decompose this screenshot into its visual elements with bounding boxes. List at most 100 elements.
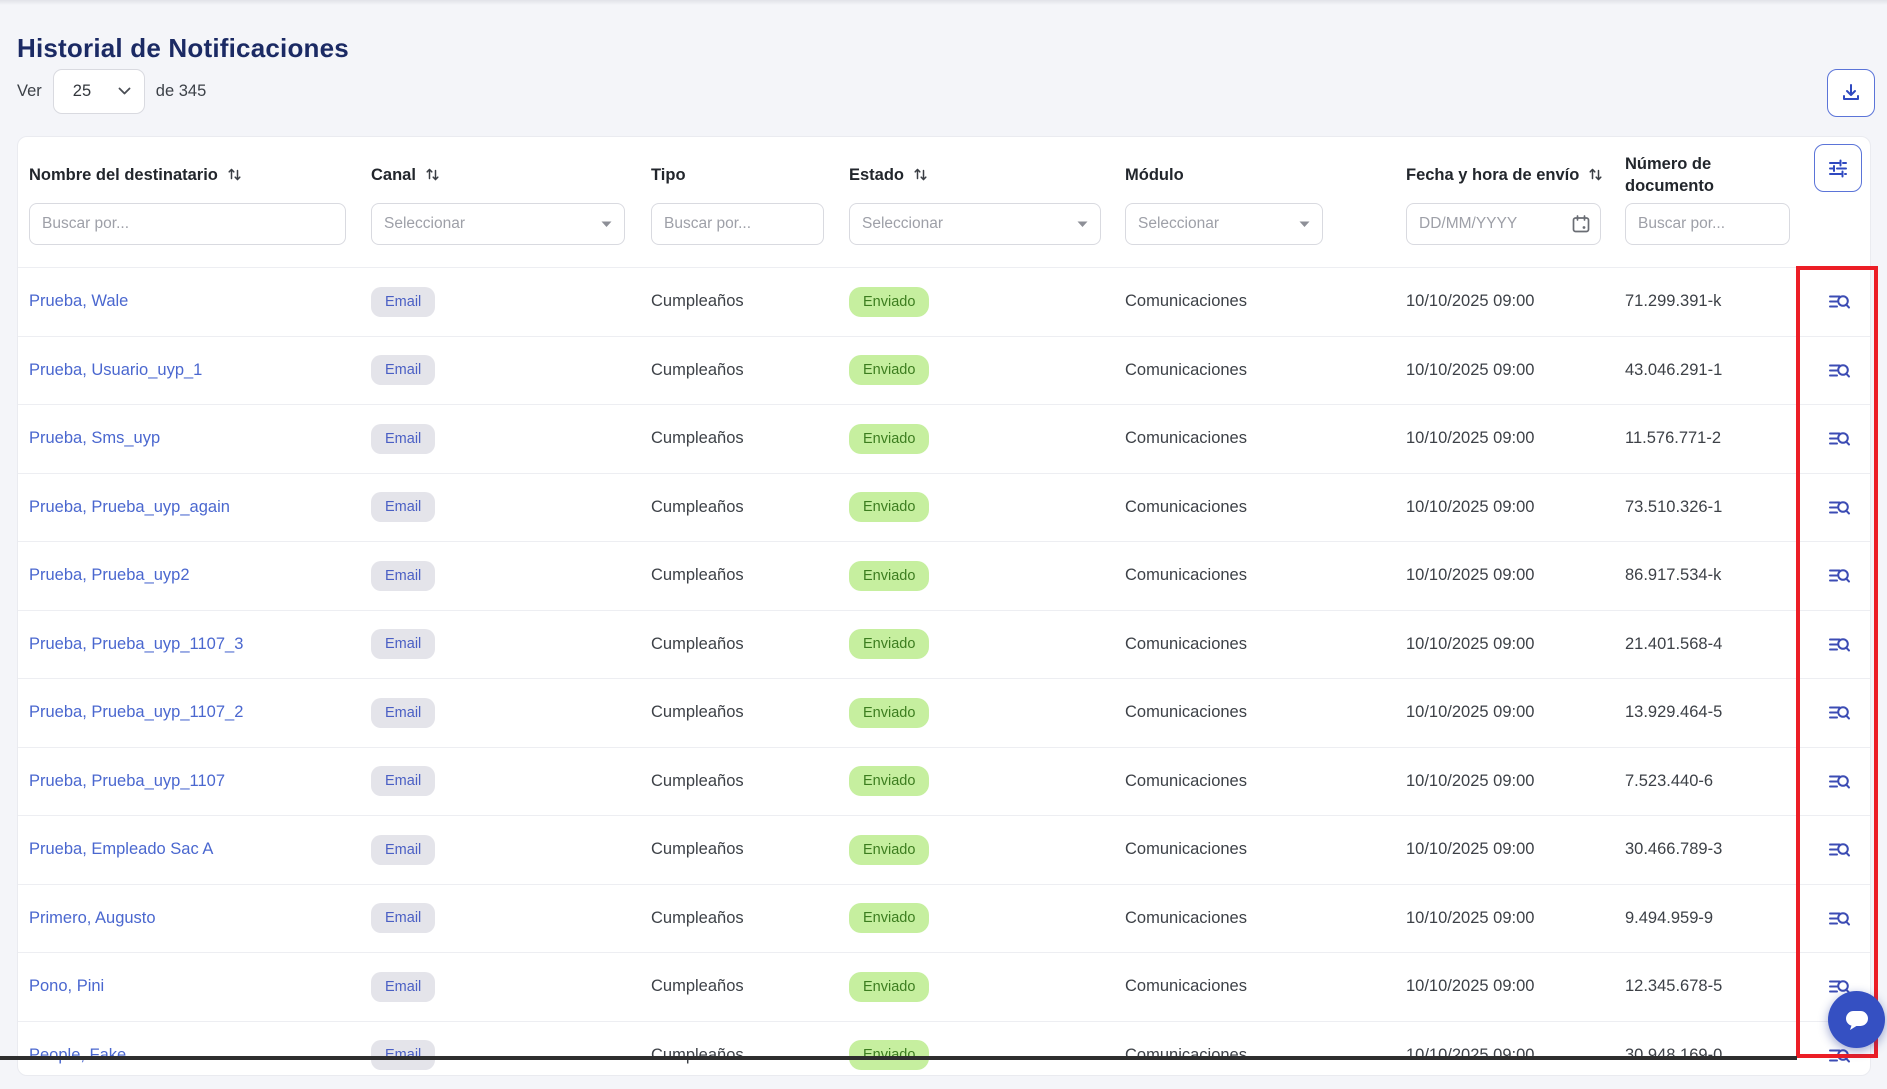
sort-arrows-icon[interactable] bbox=[425, 167, 440, 182]
sort-arrows-icon[interactable] bbox=[227, 167, 242, 182]
type-cell: Cumpleaños bbox=[651, 635, 849, 654]
list-search-icon bbox=[1828, 1044, 1851, 1067]
column-header-label: Módulo bbox=[1125, 164, 1184, 186]
recipient-link[interactable]: People, Fake bbox=[29, 1046, 126, 1064]
channel-badge: Email bbox=[371, 972, 435, 1002]
dropdown-triangle-icon bbox=[1299, 215, 1310, 233]
filter-recipient-input[interactable] bbox=[29, 203, 346, 245]
view-details-button[interactable] bbox=[1828, 701, 1851, 724]
datetime-cell: 10/10/2025 09:00 bbox=[1406, 566, 1625, 585]
list-search-icon bbox=[1828, 427, 1851, 450]
filter-status-select[interactable]: Seleccionar bbox=[849, 203, 1101, 245]
document-cell: 73.510.326-1 bbox=[1625, 498, 1796, 517]
column-header-label: Fecha y hora de envío bbox=[1406, 164, 1579, 186]
view-details-button[interactable] bbox=[1828, 427, 1851, 450]
datetime-cell: 10/10/2025 09:00 bbox=[1406, 840, 1625, 859]
download-button[interactable] bbox=[1827, 69, 1875, 117]
filter-type-input[interactable] bbox=[651, 203, 824, 245]
view-details-button[interactable] bbox=[1828, 496, 1851, 519]
view-details-button[interactable] bbox=[1828, 290, 1851, 313]
view-details-button[interactable] bbox=[1828, 838, 1851, 861]
filter-date-placeholder: DD/MM/YYYY bbox=[1419, 215, 1517, 233]
recipient-link[interactable]: Prueba, Empleado Sac A bbox=[29, 840, 213, 858]
view-details-button[interactable] bbox=[1828, 907, 1851, 930]
column-header[interactable]: Canal bbox=[371, 164, 651, 186]
recipient-link[interactable]: Prueba, Wale bbox=[29, 292, 128, 310]
recipient-link[interactable]: Prueba, Prueba_uyp2 bbox=[29, 566, 190, 584]
view-details-button[interactable] bbox=[1828, 564, 1851, 587]
column-header: Número de documento bbox=[1625, 153, 1796, 198]
status-badge: Enviado bbox=[849, 698, 929, 728]
type-cell: Cumpleaños bbox=[651, 840, 849, 859]
document-cell: 9.494.959-9 bbox=[1625, 909, 1796, 928]
module-cell: Comunicaciones bbox=[1125, 977, 1406, 996]
type-cell: Cumpleaños bbox=[651, 498, 849, 517]
type-cell: Cumpleaños bbox=[651, 772, 849, 791]
dropdown-triangle-icon bbox=[1077, 215, 1088, 233]
datetime-cell: 10/10/2025 09:00 bbox=[1406, 635, 1625, 654]
table-row: Prueba, Prueba_uyp_1107_3 Email Cumpleañ… bbox=[18, 610, 1870, 679]
table-row: Prueba, Prueba_uyp2 Email Cumpleaños Env… bbox=[18, 541, 1870, 610]
module-cell: Comunicaciones bbox=[1125, 566, 1406, 585]
filter-module-select[interactable]: Seleccionar bbox=[1125, 203, 1323, 245]
recipient-link[interactable]: Prueba, Prueba_uyp_again bbox=[29, 498, 230, 516]
filter-channel-select[interactable]: Seleccionar bbox=[371, 203, 625, 245]
channel-badge: Email bbox=[371, 561, 435, 591]
channel-badge: Email bbox=[371, 355, 435, 385]
filter-date-input[interactable]: DD/MM/YYYY bbox=[1406, 203, 1601, 245]
channel-badge: Email bbox=[371, 424, 435, 454]
datetime-cell: 10/10/2025 09:00 bbox=[1406, 292, 1625, 311]
page-size-select[interactable]: 25 bbox=[53, 69, 145, 114]
view-details-button[interactable] bbox=[1828, 633, 1851, 656]
recipient-link[interactable]: Pono, Pini bbox=[29, 977, 104, 995]
dropdown-triangle-icon bbox=[601, 215, 612, 233]
module-cell: Comunicaciones bbox=[1125, 498, 1406, 517]
type-cell: Cumpleaños bbox=[651, 429, 849, 448]
list-search-icon bbox=[1828, 633, 1851, 656]
filter-document-input[interactable] bbox=[1625, 203, 1790, 245]
datetime-cell: 10/10/2025 09:00 bbox=[1406, 909, 1625, 928]
datetime-cell: 10/10/2025 09:00 bbox=[1406, 361, 1625, 380]
window-top-edge bbox=[0, 0, 1887, 5]
column-header-label: Número de documento bbox=[1625, 153, 1782, 198]
sort-arrows-icon[interactable] bbox=[1588, 167, 1603, 182]
column-settings-button[interactable] bbox=[1814, 144, 1862, 192]
table-row: Primero, Augusto Email Cumpleaños Enviad… bbox=[18, 884, 1870, 953]
datetime-cell: 10/10/2025 09:00 bbox=[1406, 429, 1625, 448]
view-details-button[interactable] bbox=[1828, 770, 1851, 793]
module-cell: Comunicaciones bbox=[1125, 840, 1406, 859]
table-row: Prueba, Prueba_uyp_again Email Cumpleaño… bbox=[18, 473, 1870, 542]
column-header-label: Tipo bbox=[651, 164, 686, 186]
type-cell: Cumpleaños bbox=[651, 703, 849, 722]
list-search-icon bbox=[1828, 290, 1851, 313]
column-header[interactable]: Estado bbox=[849, 164, 1125, 186]
datetime-cell: 10/10/2025 09:00 bbox=[1406, 498, 1625, 517]
chevron-down-icon bbox=[118, 87, 131, 95]
document-cell: 13.929.464-5 bbox=[1625, 703, 1796, 722]
document-cell: 30.466.789-3 bbox=[1625, 840, 1796, 859]
status-badge: Enviado bbox=[849, 766, 929, 796]
status-badge: Enviado bbox=[849, 629, 929, 659]
filter-status-placeholder: Seleccionar bbox=[862, 215, 943, 233]
recipient-link[interactable]: Prueba, Prueba_uyp_1107_3 bbox=[29, 635, 243, 653]
column-header[interactable]: Nombre del destinatario bbox=[29, 164, 371, 186]
table-row: Prueba, Empleado Sac A Email Cumpleaños … bbox=[18, 815, 1870, 884]
document-cell: 71.299.391-k bbox=[1625, 292, 1796, 311]
channel-badge: Email bbox=[371, 766, 435, 796]
recipient-link[interactable]: Prueba, Sms_uyp bbox=[29, 429, 160, 447]
sort-arrows-icon[interactable] bbox=[913, 167, 928, 182]
column-header[interactable]: Fecha y hora de envío bbox=[1406, 164, 1625, 186]
table-row: Prueba, Prueba_uyp_1107 Email Cumpleaños… bbox=[18, 747, 1870, 816]
recipient-link[interactable]: Primero, Augusto bbox=[29, 909, 156, 927]
pagination-toolbar: Ver 25 de 345 bbox=[17, 68, 206, 114]
list-search-icon bbox=[1828, 838, 1851, 861]
view-details-button[interactable] bbox=[1828, 1044, 1851, 1067]
table-row: Pono, Pini Email Cumpleaños Enviado Comu… bbox=[18, 952, 1870, 1021]
view-details-button[interactable] bbox=[1828, 359, 1851, 382]
chat-button[interactable] bbox=[1828, 991, 1885, 1048]
recipient-link[interactable]: Prueba, Prueba_uyp_1107 bbox=[29, 772, 225, 790]
recipient-link[interactable]: Prueba, Prueba_uyp_1107_2 bbox=[29, 703, 243, 721]
channel-badge: Email bbox=[371, 629, 435, 659]
recipient-link[interactable]: Prueba, Usuario_uyp_1 bbox=[29, 361, 202, 379]
status-badge: Enviado bbox=[849, 903, 929, 933]
